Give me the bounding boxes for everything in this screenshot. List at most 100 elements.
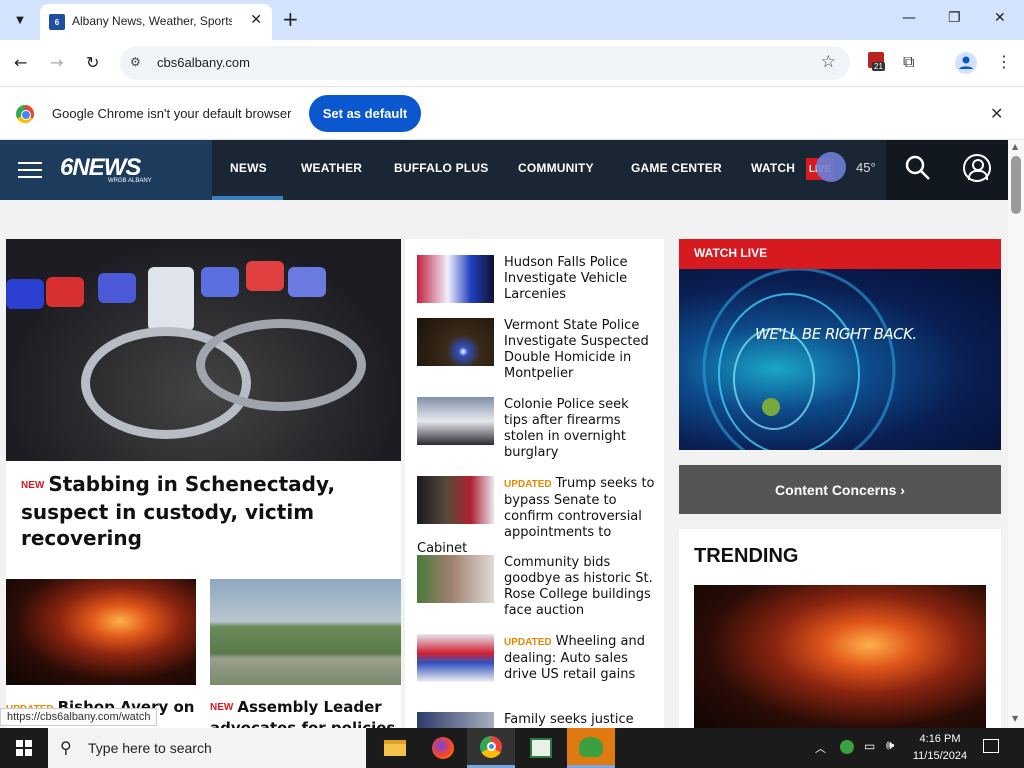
hamburger-icon[interactable] xyxy=(18,162,42,178)
temperature[interactable]: 45° xyxy=(856,160,876,175)
nav-watch[interactable]: WATCH xyxy=(751,161,795,175)
nav-news[interactable]: NEWS xyxy=(230,161,267,175)
browser-tab[interactable]: 6 Albany News, Weather, Sports ✕ xyxy=(40,4,272,40)
college-building-thumbnail[interactable] xyxy=(417,555,494,603)
scroll-up-icon[interactable]: ▲ xyxy=(1012,142,1018,151)
trump-thumbnail[interactable] xyxy=(417,476,494,524)
default-browser-infobar: Google Chrome isn't your default browser… xyxy=(0,86,1024,140)
search-icon: ⚲ xyxy=(60,738,72,757)
nav-game-center[interactable]: GAME CENTER xyxy=(631,161,722,175)
taskbar-clock[interactable]: 4:16 PM 11/15/2024 xyxy=(910,731,970,765)
church-fire-image[interactable] xyxy=(6,579,196,685)
list-item[interactable]: Hudson Falls Police Investigate Vehicle … xyxy=(417,255,655,305)
browser-toolbar: ← → ↻ ⚙ cbs6albany.com ☆ 21 ⧉ xyxy=(0,40,1024,86)
list-item-text[interactable]: Community bids goodbye as historic St. R… xyxy=(504,555,653,618)
list-item[interactable]: Vermont State Police Investigate Suspect… xyxy=(417,318,655,382)
sub-story-headline[interactable]: NEW Assembly Leader advocates for policie… xyxy=(210,697,401,728)
account-icon[interactable] xyxy=(963,154,991,182)
extension-badge: 21 xyxy=(872,62,885,71)
car-dealer-thumbnail[interactable] xyxy=(417,634,494,682)
file-explorer-icon[interactable] xyxy=(371,728,419,768)
new-tab-plus-icon[interactable]: + xyxy=(282,9,299,29)
taskbar-search-placeholder: Type here to search xyxy=(88,740,212,756)
url-text[interactable]: cbs6albany.com xyxy=(157,55,250,70)
list-item[interactable]: Colonie Police seek tips after firearms … xyxy=(417,397,655,461)
nav-weather[interactable]: WEATHER xyxy=(301,161,362,175)
taskbar-search[interactable]: ⚲ Type here to search xyxy=(48,728,366,768)
volume-icon[interactable]: 🕪 xyxy=(886,738,894,753)
trending-card: TRENDING xyxy=(679,529,1001,728)
new-tag: NEW xyxy=(210,701,234,713)
windows-logo-icon[interactable] xyxy=(0,728,48,768)
reload-icon[interactable]: ↻ xyxy=(86,53,99,72)
list-item-text[interactable]: Colonie Police seek tips after firearms … xyxy=(504,397,629,460)
updated-tag: UPDATED xyxy=(504,637,552,648)
kebab-menu-icon[interactable]: ⋮ xyxy=(996,52,1012,71)
tab-close-icon[interactable]: ✕ xyxy=(250,12,262,28)
police-lights-thumbnail[interactable] xyxy=(417,255,494,303)
windows-taskbar: ⚲ Type here to search ︿ ▭ 🕪 4:16 PM 11/1… xyxy=(0,728,1024,768)
live-stream-player[interactable]: WE'LL BE RIGHT BACK. xyxy=(679,269,1001,450)
list-item-text[interactable]: Vermont State Police Investigate Suspect… xyxy=(504,318,649,381)
sub-story-text[interactable]: Assembly Leader advocates for policies xyxy=(210,698,395,728)
solar-farm-image[interactable] xyxy=(210,579,401,685)
tab-search-icon[interactable]: ▼ xyxy=(8,8,32,32)
trending-title: TRENDING xyxy=(694,545,799,567)
list-item[interactable]: Community bids goodbye as historic St. R… xyxy=(417,555,655,619)
list-item-text[interactable]: Family seeks justice xyxy=(504,712,634,727)
chrome-logo-icon xyxy=(16,105,34,123)
chrome-icon[interactable] xyxy=(467,728,515,768)
firefox-icon[interactable] xyxy=(419,728,467,768)
maximize-icon[interactable]: ❐ xyxy=(948,10,961,26)
back-arrow-icon[interactable]: ← xyxy=(14,53,27,72)
watch-live-header[interactable]: WATCH LIVE xyxy=(679,239,1001,269)
nav-active-indicator xyxy=(212,196,283,200)
notification-icon[interactable] xyxy=(983,739,999,753)
search-icon[interactable] xyxy=(905,155,931,181)
list-item[interactable]: UPDATED Trump seeks to bypass Senate to c… xyxy=(417,476,655,557)
sub-story-card[interactable]: UPDATEDBishop Avery on xyxy=(6,579,196,720)
trending-church-fire-image[interactable] xyxy=(694,585,986,728)
police-car-thumbnail[interactable] xyxy=(417,397,494,445)
nav-buffalo-plus[interactable]: BUFFALO PLUS xyxy=(394,161,488,175)
tab-strip: ▼ 6 Albany News, Weather, Sports ✕ + — ❐… xyxy=(0,0,1024,40)
family-thumbnail[interactable] xyxy=(417,712,494,728)
sheet-icon[interactable] xyxy=(517,728,565,768)
status-url-tooltip: https://cbs6albany.com/watch xyxy=(0,708,158,726)
scroll-thumb[interactable] xyxy=(1011,156,1021,214)
clock-time: 4:16 PM xyxy=(919,733,961,745)
site-info-icon[interactable]: ⚙ xyxy=(130,55,141,69)
sub-story-card[interactable]: NEW Assembly Leader advocates for policie… xyxy=(210,579,401,728)
calendar-extension-icon[interactable]: 21 xyxy=(866,52,886,72)
night-scene-thumbnail[interactable] xyxy=(417,318,494,366)
infobar-close-icon[interactable]: ✕ xyxy=(990,104,1003,123)
main-headline-text[interactable]: Stabbing in Schenectady, suspect in cust… xyxy=(21,472,335,550)
web-page: 6NEWS WRGB ALBANY NEWS WEATHER BUFFALO P… xyxy=(0,140,1008,728)
address-bar[interactable]: ⚙ cbs6albany.com ☆ xyxy=(120,46,850,80)
puzzle-icon[interactable]: ⧉ xyxy=(903,52,914,72)
nav-community[interactable]: COMMUNITY xyxy=(518,161,594,175)
main-headline[interactable]: NEW Stabbing in Schenectady, suspect in c… xyxy=(21,471,381,551)
swirl-graphic xyxy=(702,269,896,450)
content-concerns-button[interactable]: Content Concerns › xyxy=(679,465,1001,514)
tray-overflow-icon[interactable]: ︿ xyxy=(815,740,826,756)
site-navigation: 6NEWS WRGB ALBANY NEWS WEATHER BUFFALO P… xyxy=(0,140,1008,200)
watch-live-card[interactable]: WATCH LIVE WE'LL BE RIGHT BACK. xyxy=(679,239,1001,450)
handcuffs-image[interactable] xyxy=(6,239,401,461)
list-item[interactable]: UPDATED Wheeling and dealing: Auto sales … xyxy=(417,634,655,684)
weather-icon[interactable] xyxy=(816,152,846,182)
forward-arrow-icon[interactable]: → xyxy=(50,53,63,72)
profile-icon[interactable] xyxy=(955,52,977,74)
star-icon[interactable]: ☆ xyxy=(821,52,836,72)
set-default-button[interactable]: Set as default xyxy=(309,95,421,132)
people-icon[interactable] xyxy=(567,728,615,768)
page-scrollbar[interactable]: ▲ ▼ xyxy=(1008,140,1024,728)
list-item-text[interactable]: Hudson Falls Police Investigate Vehicle … xyxy=(504,255,627,302)
network-icon[interactable]: ▭ xyxy=(864,739,875,753)
scroll-down-icon[interactable]: ▼ xyxy=(1012,714,1018,723)
stream-message: WE'LL BE RIGHT BACK. xyxy=(755,325,917,343)
list-item[interactable]: Family seeks justice xyxy=(417,712,655,728)
minimize-icon[interactable]: — xyxy=(902,10,916,26)
window-close-icon[interactable]: ✕ xyxy=(994,10,1006,26)
people-tray-icon[interactable] xyxy=(840,740,854,754)
